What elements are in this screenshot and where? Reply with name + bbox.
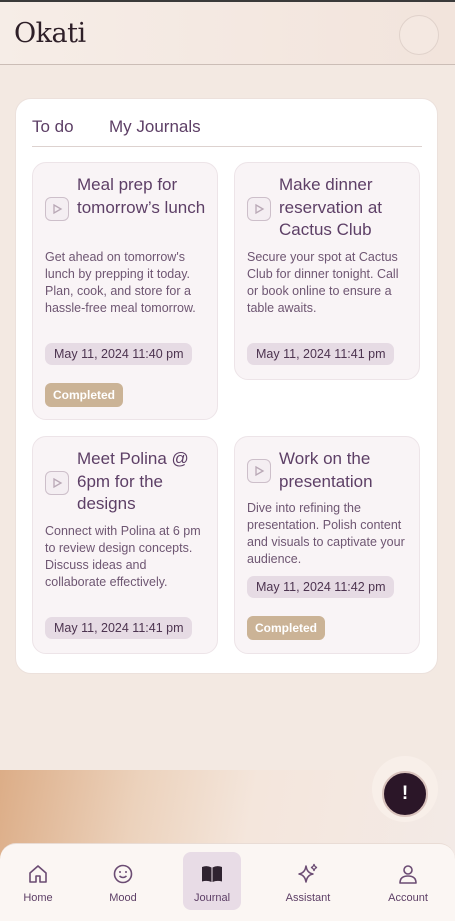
smiley-icon [112,862,134,886]
alert-fab-button[interactable]: ! [382,771,428,817]
task-title: Work on the presentation [279,449,373,491]
nav-home[interactable]: Home [9,852,67,910]
task-title: Meal prep for tomorrow’s lunch [77,175,206,217]
task-description: Get ahead on tomorrow's lunch by preppin… [45,250,196,315]
book-icon [200,862,224,886]
task-date: May 11, 2024 11:41 pm [45,617,193,639]
task-description: Dive into refining the presentation. Pol… [247,501,405,566]
nav-account[interactable]: Account [379,852,437,910]
app-logo: Okati [14,18,86,49]
nav-label: Mood [109,892,137,904]
task-card[interactable]: Meet Polina @ 6pm for the designs Connec… [32,436,218,654]
sparkle-icon [296,862,320,886]
play-icon[interactable] [45,471,69,495]
play-icon[interactable] [45,197,69,221]
user-icon [397,862,419,886]
todo-panel: To do My Journals Meal prep for tomorrow… [15,98,438,674]
task-title: Make dinner reservation at Cactus Club [279,175,382,239]
task-title: Meet Polina @ 6pm for the designs [77,449,189,513]
task-date: May 11, 2024 11:42 pm [247,576,395,598]
task-card[interactable]: Meal prep for tomorrow’s lunch Get ahead… [32,162,218,420]
play-icon[interactable] [247,459,271,483]
nav-assistant[interactable]: Assistant [279,852,337,910]
status-badge: Completed [45,383,124,407]
bottom-nav: Home Mood Journal Assistant Account [0,843,455,921]
nav-label: Home [23,892,53,904]
task-card[interactable]: Make dinner reservation at Cactus Club S… [234,162,420,380]
tab-todo[interactable]: To do [32,117,74,137]
nav-mood[interactable]: Mood [94,852,152,910]
task-card[interactable]: Work on the presentation Dive into refin… [234,436,420,654]
nav-label: Account [388,892,428,904]
task-date: May 11, 2024 11:41 pm [247,343,395,365]
task-description: Connect with Polina at 6 pm to review de… [45,524,201,589]
home-icon [27,862,49,886]
tab-my-journals[interactable]: My Journals [109,117,201,137]
nav-label: Assistant [285,892,331,904]
avatar[interactable] [399,15,439,55]
top-bar: Okati [0,0,455,65]
task-date: May 11, 2024 11:40 pm [45,343,193,365]
nav-label: Journal [193,892,231,904]
tab-bar: To do My Journals [32,115,422,147]
status-badge: Completed [247,616,326,640]
play-icon[interactable] [247,197,271,221]
nav-journal[interactable]: Journal [183,852,241,910]
task-description: Secure your spot at Cactus Club for dinn… [247,250,399,315]
